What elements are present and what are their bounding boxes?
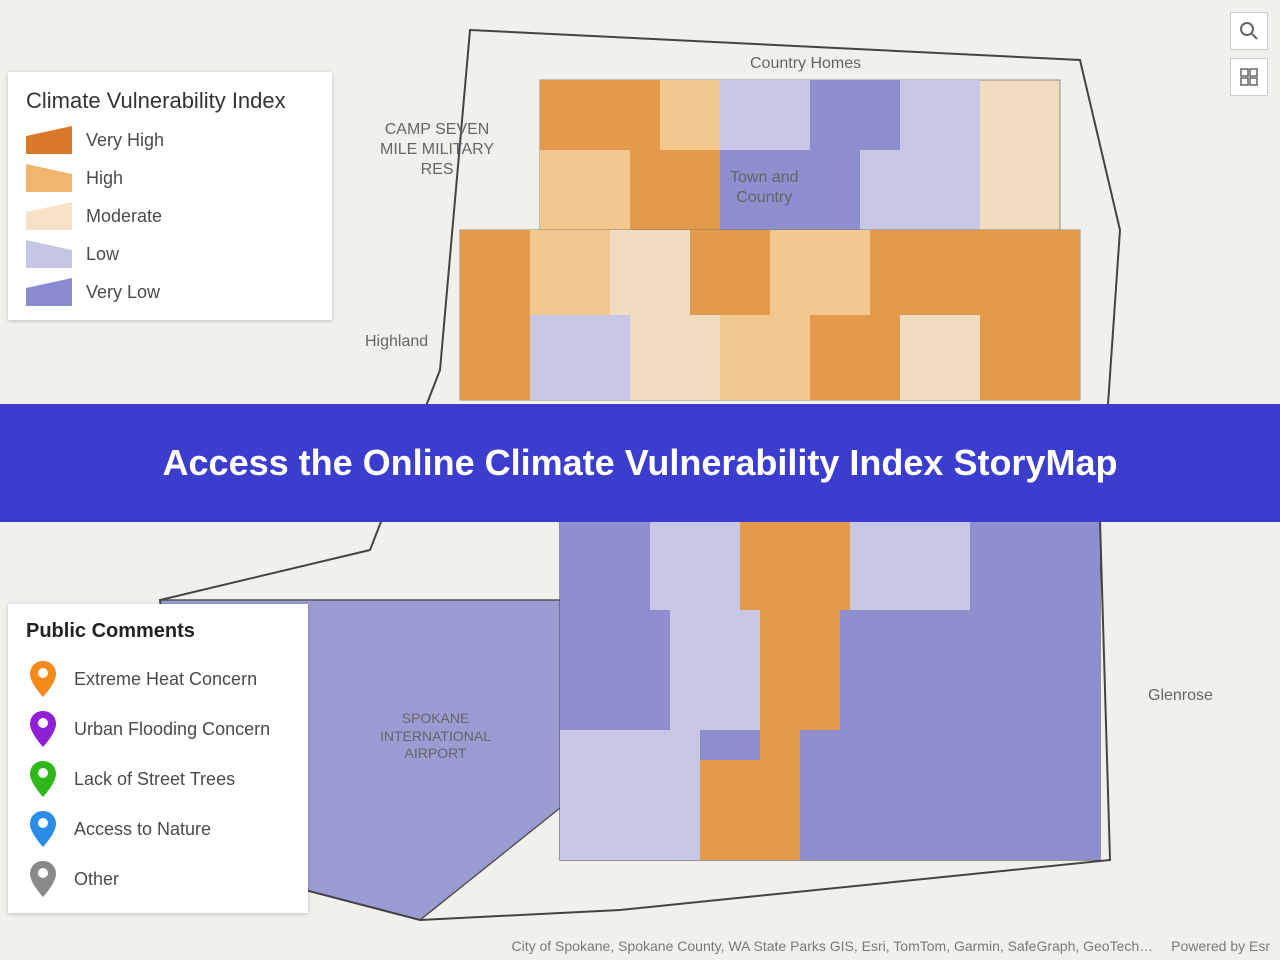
attribution-sources: City of Spokane, Spokane County, WA Stat… [511,938,1153,954]
basemap-button[interactable] [1230,58,1268,96]
map-pin-icon [26,659,60,699]
legend-label: Very Low [86,282,160,303]
legend-label: Other [74,869,119,890]
search-button[interactable] [1230,12,1268,50]
legend-public-comments-panel: Public Comments Extreme Heat Concern Urba… [8,604,308,913]
legend-pc-item: Access to Nature [26,809,286,849]
legend-label: Very High [86,130,164,151]
legend-cvi-item: Low [26,240,310,268]
legend-swatch [26,240,72,268]
legend-pc-title: Public Comments [26,620,286,643]
attribution-powered: Powered by Esr [1171,938,1270,954]
map-pin-icon [26,859,60,899]
legend-pc-item: Lack of Street Trees [26,759,286,799]
map-pin-icon [26,709,60,749]
banner-text: Access the Online Climate Vulnerability … [163,442,1118,484]
legend-cvi-panel: Climate Vulnerability Index Very High Hig… [8,72,332,320]
legend-cvi-item: Very High [26,126,310,154]
legend-swatch [26,278,72,306]
legend-swatch [26,126,72,154]
legend-label: Urban Flooding Concern [74,719,270,740]
legend-cvi-title: Climate Vulnerability Index [26,88,310,114]
legend-pc-item: Urban Flooding Concern [26,709,286,749]
legend-label: High [86,168,123,189]
storymap-banner[interactable]: Access the Online Climate Vulnerability … [0,404,1280,522]
legend-label: Extreme Heat Concern [74,669,257,690]
attribution-bar: City of Spokane, Spokane County, WA Stat… [511,938,1270,954]
legend-label: Lack of Street Trees [74,769,235,790]
legend-pc-item: Other [26,859,286,899]
legend-cvi-item: Moderate [26,202,310,230]
legend-swatch [26,164,72,192]
search-icon [1239,21,1259,41]
legend-label: Low [86,244,119,265]
map-pin-icon [26,809,60,849]
grid-icon [1240,68,1258,86]
legend-label: Access to Nature [74,819,211,840]
legend-swatch [26,202,72,230]
legend-pc-item: Extreme Heat Concern [26,659,286,699]
legend-cvi-item: Very Low [26,278,310,306]
legend-label: Moderate [86,206,162,227]
legend-cvi-item: High [26,164,310,192]
map-pin-icon [26,759,60,799]
